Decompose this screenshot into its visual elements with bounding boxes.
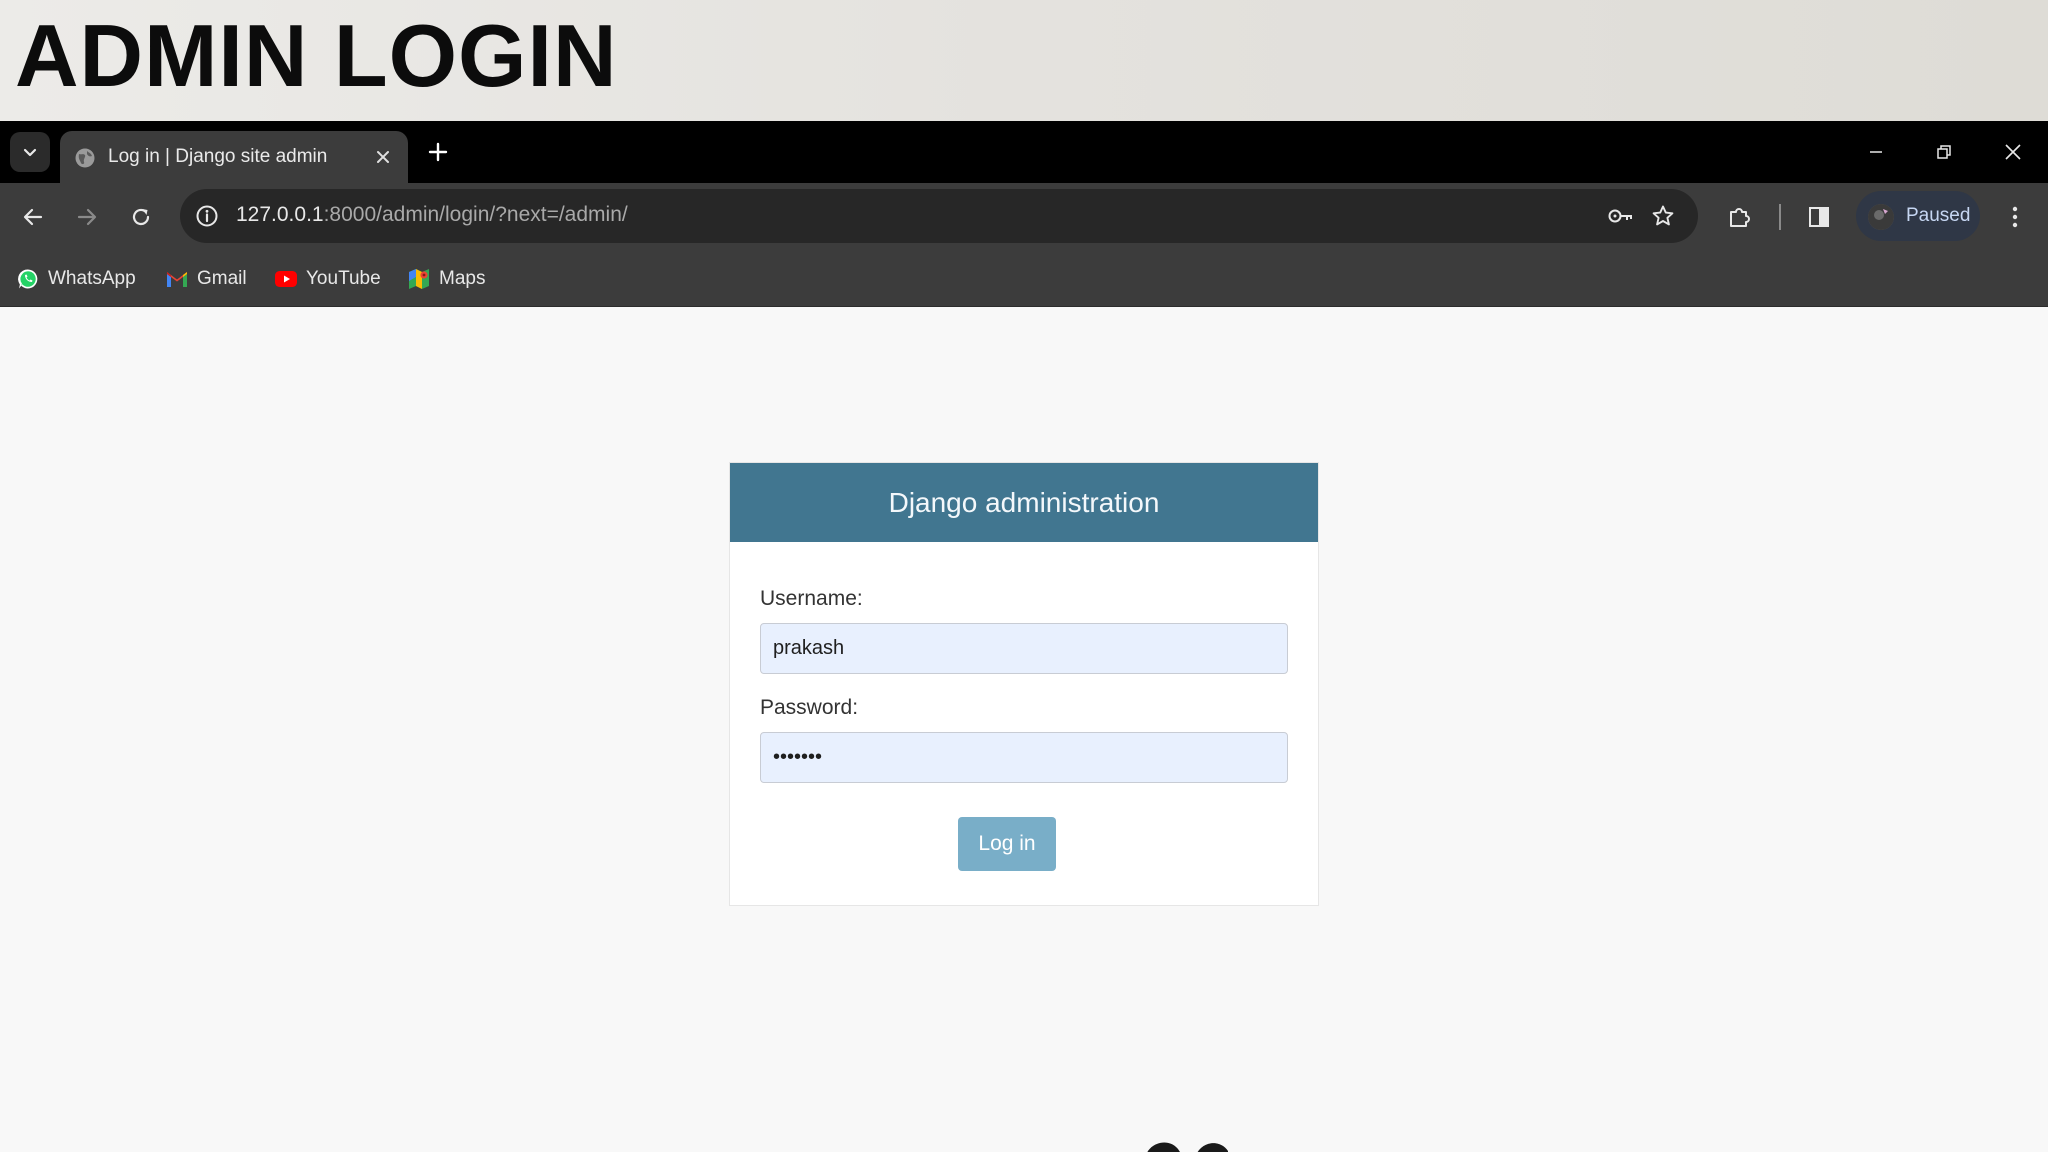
tab-title: Log in | Django site admin xyxy=(108,146,328,167)
extensions-button[interactable] xyxy=(1721,198,1759,236)
site-info-button[interactable] xyxy=(192,201,222,231)
active-tab[interactable]: Log in | Django site admin xyxy=(60,131,408,183)
bookmark-label: YouTube xyxy=(306,268,381,289)
profile-status-label: Paused xyxy=(1906,205,1971,226)
youtube-icon xyxy=(274,267,298,291)
password-label: Password: xyxy=(760,696,859,719)
url-path: :8000/admin/login/?next=/admin/ xyxy=(323,203,628,226)
chevron-down-icon xyxy=(23,148,37,157)
url-host: 127.0.0.1 xyxy=(236,203,324,226)
arrow-left-icon xyxy=(23,208,43,226)
login-button[interactable]: Log in xyxy=(958,817,1056,871)
bookmark-maps[interactable]: Maps xyxy=(407,264,485,294)
tab-search-button[interactable] xyxy=(10,132,50,172)
restore-icon xyxy=(1937,145,1951,159)
maps-icon xyxy=(407,267,431,291)
side-panel-icon xyxy=(1809,207,1829,227)
reload-icon xyxy=(132,208,150,226)
info-icon xyxy=(196,205,218,227)
whatsapp-icon xyxy=(16,267,40,291)
avatar xyxy=(1868,204,1894,230)
url-text[interactable]: 127.0.0.1:8000/admin/login/?next=/admin/ xyxy=(236,203,628,227)
reload-button[interactable] xyxy=(122,198,160,236)
login-form: Django administration Username: prakash … xyxy=(729,462,1319,906)
login-header: Django administration xyxy=(730,463,1318,542)
page-content: Django administration Username: prakash … xyxy=(0,307,2048,1152)
minimize-button[interactable] xyxy=(1858,135,1894,169)
arrow-right-icon xyxy=(77,208,97,226)
forward-button[interactable] xyxy=(68,198,106,236)
browser-tab-strip: Log in | Django site admin xyxy=(0,121,2048,183)
bookmark-label: Gmail xyxy=(197,268,247,289)
username-input[interactable]: prakash xyxy=(760,623,1288,674)
profile-avatar-icon xyxy=(1868,204,1894,230)
window-close-button[interactable] xyxy=(1995,135,2031,169)
password-input[interactable]: ••••••• xyxy=(760,732,1288,783)
browser-toolbar: 127.0.0.1:8000/admin/login/?next=/admin/ xyxy=(0,183,2048,251)
bookmark-whatsapp[interactable]: WhatsApp xyxy=(16,264,136,294)
cut-off-graphic xyxy=(1147,1142,1228,1152)
video-title-banner: ADMIN LOGIN xyxy=(0,0,2048,121)
close-icon xyxy=(377,151,389,163)
address-bar[interactable]: 127.0.0.1:8000/admin/login/?next=/admin/ xyxy=(180,189,1698,243)
bookmark-youtube[interactable]: YouTube xyxy=(274,264,381,294)
bookmark-label: WhatsApp xyxy=(48,268,136,289)
bookmark-star-button[interactable] xyxy=(1648,201,1678,231)
bookmarks-bar: WhatsApp Gmail YouTube Maps xyxy=(0,251,2048,307)
back-button[interactable] xyxy=(14,198,52,236)
password-manager-button[interactable] xyxy=(1606,202,1636,230)
browser-menu-button[interactable] xyxy=(1996,198,2034,236)
profile-button[interactable]: Paused xyxy=(1856,191,1980,241)
star-icon xyxy=(1652,205,1674,226)
more-vertical-icon xyxy=(2012,206,2018,228)
new-tab-button[interactable] xyxy=(424,138,452,166)
side-panel-button[interactable] xyxy=(1800,198,1838,236)
toolbar-divider xyxy=(1779,204,1781,230)
tab-close-button[interactable] xyxy=(370,144,396,170)
username-label: Username: xyxy=(760,587,863,610)
bookmark-label: Maps xyxy=(439,268,486,289)
gmail-icon xyxy=(165,267,189,291)
puzzle-icon xyxy=(1730,208,1750,227)
site-title: Django administration xyxy=(888,486,1160,518)
key-icon xyxy=(1608,209,1632,223)
minimize-icon xyxy=(1870,151,1882,153)
restore-button[interactable] xyxy=(1926,135,1962,169)
close-icon xyxy=(2005,144,2021,160)
plus-icon xyxy=(428,142,448,162)
bookmark-gmail[interactable]: Gmail xyxy=(165,264,247,294)
banner-title: ADMIN LOGIN xyxy=(15,6,618,105)
globe-icon xyxy=(75,148,95,168)
